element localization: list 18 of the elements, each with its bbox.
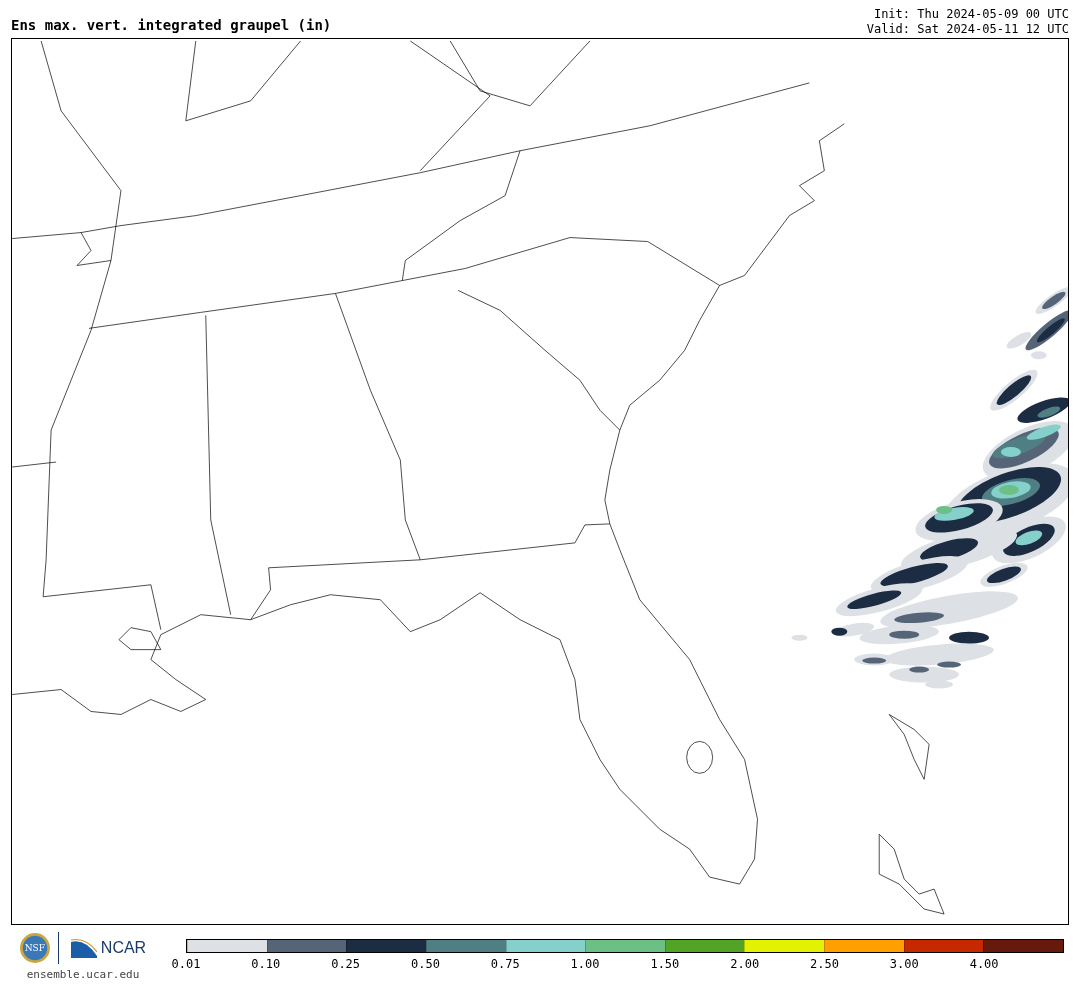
scale-label: 0.50	[411, 957, 440, 971]
init-time: Init: Thu 2024-05-09 00 UTC	[873, 7, 1069, 22]
scale-label: 1.50	[650, 957, 680, 971]
website-url: ensemble.ucar.edu	[26, 968, 140, 981]
map-title: Ens max. vert. integrated graupel (in)	[11, 17, 332, 33]
nsf-logo: NSF	[19, 933, 50, 963]
scale-label: 3.00	[889, 957, 919, 971]
scale-label: 2.00	[730, 957, 760, 971]
scale-label: 4.00	[969, 957, 999, 971]
scale-label: 0.75	[490, 957, 520, 971]
scale-label: 0.25	[331, 957, 361, 971]
scale-label: 0.01	[171, 957, 201, 971]
scale-label: 2.50	[810, 957, 839, 971]
scale-label: 0.10	[251, 957, 281, 971]
scale-label: 1.00	[570, 957, 600, 971]
ncar-logo-text: NCAR	[100, 939, 147, 957]
ncar-swoosh-icon	[70, 938, 97, 958]
valid-time: Valid: Sat 2024-05-11 12 UTC	[866, 22, 1069, 37]
